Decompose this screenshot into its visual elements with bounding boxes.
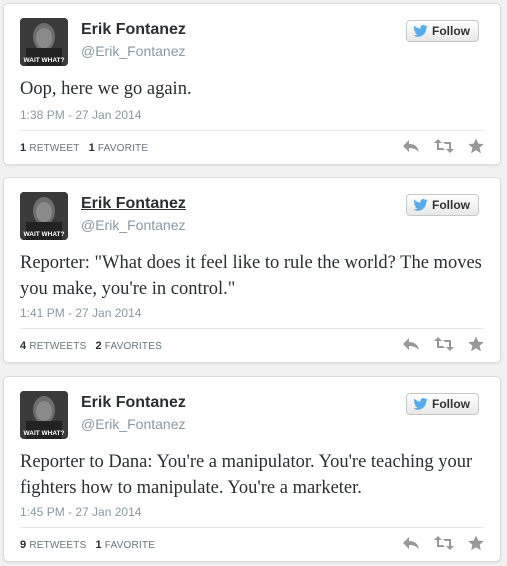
tweet-timestamp[interactable]: 1:41 PM - 27 Jan 2014 xyxy=(20,306,141,320)
retweet-icon[interactable] xyxy=(434,336,454,352)
user-handle[interactable]: @Erik_Fontanez xyxy=(81,43,185,59)
tweet-actions xyxy=(402,535,484,551)
follow-label: Follow xyxy=(432,397,470,411)
tweet-stats: 1 RETWEET 1 FAVORITE xyxy=(20,142,148,154)
divider xyxy=(20,328,484,329)
retweet-count[interactable]: 4 xyxy=(20,340,26,352)
favorite-label[interactable]: FAVORITE xyxy=(105,540,155,551)
follow-label: Follow xyxy=(432,198,470,212)
tweet-actions xyxy=(402,138,484,154)
retweet-icon[interactable] xyxy=(434,138,454,154)
tweet-card: WAIT WHAT? Erik Fontanez @Erik_Fontanez … xyxy=(3,376,501,562)
reply-icon[interactable] xyxy=(402,336,420,352)
avatar-caption: WAIT WHAT? xyxy=(23,57,64,64)
retweet-count[interactable]: 9 xyxy=(20,539,26,551)
favorite-label[interactable]: FAVORITES xyxy=(105,341,162,352)
tweet-card: WAIT WHAT? Erik Fontanez @Erik_Fontanez … xyxy=(3,3,501,165)
favorite-count[interactable]: 2 xyxy=(95,340,101,352)
tweet-text: Oop, here we go again. xyxy=(20,79,192,99)
user-handle[interactable]: @Erik_Fontanez xyxy=(81,416,185,432)
favorite-count[interactable]: 1 xyxy=(95,539,101,551)
avatar[interactable]: WAIT WHAT? xyxy=(20,391,68,439)
retweet-count[interactable]: 1 xyxy=(20,142,26,154)
user-name[interactable]: Erik Fontanez xyxy=(81,195,186,213)
tweet-card: WAIT WHAT? Erik Fontanez @Erik_Fontanez … xyxy=(3,177,501,363)
user-name[interactable]: Erik Fontanez xyxy=(81,21,186,39)
favorite-icon[interactable] xyxy=(468,336,484,352)
twitter-bird-icon xyxy=(413,25,428,37)
follow-button[interactable]: Follow xyxy=(406,20,479,42)
reply-icon[interactable] xyxy=(402,138,420,154)
favorite-icon[interactable] xyxy=(468,535,484,551)
avatar[interactable]: WAIT WHAT? xyxy=(20,18,68,66)
reply-icon[interactable] xyxy=(402,535,420,551)
avatar-caption: WAIT WHAT? xyxy=(23,430,64,437)
tweet-actions xyxy=(402,336,484,352)
favorite-icon[interactable] xyxy=(468,138,484,154)
twitter-bird-icon xyxy=(413,398,428,410)
tweet-text: Reporter to Dana: You're a manipulator. … xyxy=(20,452,473,498)
user-handle[interactable]: @Erik_Fontanez xyxy=(81,217,185,233)
avatar-caption: WAIT WHAT? xyxy=(23,231,64,238)
retweet-label[interactable]: RETWEETS xyxy=(29,341,86,352)
tweet-text: Reporter: "What does it feel like to rul… xyxy=(20,253,482,299)
retweet-icon[interactable] xyxy=(434,535,454,551)
divider xyxy=(20,130,484,131)
avatar[interactable]: WAIT WHAT? xyxy=(20,192,68,240)
favorite-count[interactable]: 1 xyxy=(89,142,95,154)
tweet-timestamp[interactable]: 1:45 PM - 27 Jan 2014 xyxy=(20,505,141,519)
favorite-label[interactable]: FAVORITE xyxy=(98,143,148,154)
twitter-bird-icon xyxy=(413,199,428,211)
retweet-label[interactable]: RETWEETS xyxy=(29,540,86,551)
user-name[interactable]: Erik Fontanez xyxy=(81,394,186,412)
follow-button[interactable]: Follow xyxy=(406,393,479,415)
divider xyxy=(20,527,484,528)
follow-label: Follow xyxy=(432,24,470,38)
follow-button[interactable]: Follow xyxy=(406,194,479,216)
retweet-label[interactable]: RETWEET xyxy=(29,143,79,154)
tweet-stats: 4 RETWEETS 2 FAVORITES xyxy=(20,340,162,352)
tweet-timestamp[interactable]: 1:38 PM - 27 Jan 2014 xyxy=(20,108,141,122)
tweet-stats: 9 RETWEETS 1 FAVORITE xyxy=(20,539,155,551)
